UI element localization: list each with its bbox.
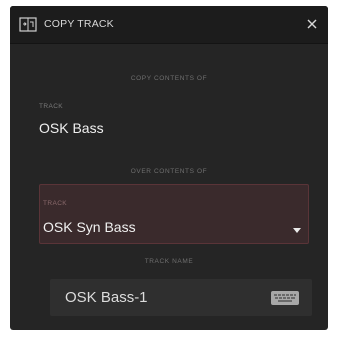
copy-contents-of-label: COPY CONTENTS OF: [130, 75, 208, 82]
track-name-label: TRACK NAME: [144, 258, 194, 265]
over-contents-of-label: OVER CONTENTS OF: [130, 168, 208, 175]
source-track-caption: TRACK: [39, 103, 64, 110]
target-track-value: OSK Syn Bass: [43, 219, 136, 235]
target-track-select[interactable]: TRACK OSK Syn Bass: [39, 184, 309, 244]
copy-track-dialog: COPY TRACK COPY CONTENTS OF TRACK OSK Ba…: [10, 6, 328, 330]
track-name-value: OSK Bass-1: [65, 289, 148, 306]
source-track-value: OSK Bass: [39, 120, 104, 136]
dropdown-arrow-icon: [293, 221, 301, 233]
dialog-titlebar: COPY TRACK: [10, 6, 328, 44]
keyboard-icon[interactable]: [271, 291, 299, 305]
dialog-title: COPY TRACK: [44, 18, 114, 30]
track-name-field[interactable]: OSK Bass-1: [50, 279, 312, 316]
close-button[interactable]: [302, 14, 322, 34]
copy-track-icon: [19, 17, 37, 32]
target-track-caption: TRACK: [43, 200, 68, 207]
close-icon: [307, 19, 317, 29]
